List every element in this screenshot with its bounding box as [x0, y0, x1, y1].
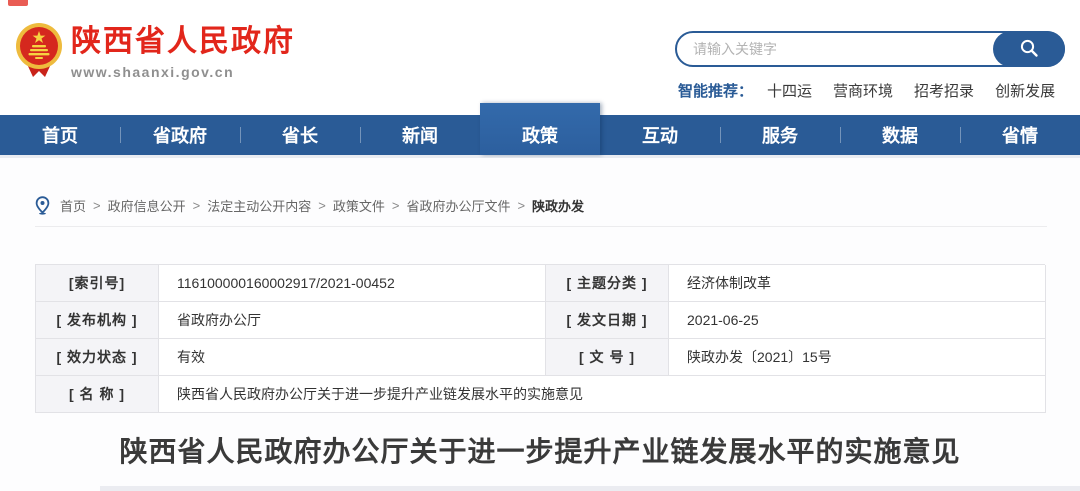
nav-item-services[interactable]: 服务: [720, 115, 840, 155]
bottom-section-edge: [100, 486, 1080, 491]
breadcrumb-separator: >: [318, 198, 326, 213]
meta-value-issue-date: 2021-06-25: [669, 302, 1046, 339]
top-red-dash: [8, 0, 28, 6]
meta-label-topic-category: [ 主题分类 ]: [546, 265, 669, 302]
article-title: 陕西省人民政府办公厅关于进一步提升产业链发展水平的实施意见: [0, 430, 1080, 470]
meta-value-index-number: 116100000160002917/2021-00452: [159, 265, 546, 302]
national-emblem-icon: [15, 20, 63, 85]
nav-tab-policy-active[interactable]: 政策: [480, 103, 600, 155]
search-box: [675, 31, 1065, 67]
breadcrumb-item-info-disclosure[interactable]: 政府信息公开: [108, 196, 186, 215]
meta-label-issuing-agency: [ 发布机构 ]: [36, 302, 159, 339]
recommend-link-recruitment[interactable]: 招考招录: [914, 80, 974, 101]
recommend-link-innovation[interactable]: 创新发展: [995, 80, 1055, 101]
meta-value-topic-category: 经济体制改革: [669, 265, 1046, 302]
nav-item-interaction[interactable]: 互动: [600, 115, 720, 155]
nav-item-home[interactable]: 首页: [0, 115, 120, 155]
breadcrumb-item-office-documents[interactable]: 省政府办公厅文件: [406, 196, 510, 215]
meta-label-document-name: [ 名 称 ]: [36, 376, 159, 413]
breadcrumb-separator: >: [193, 198, 201, 213]
main-nav: 首页 省政府 省长 新闻 政策 互动 服务 数据 省情: [0, 115, 1080, 155]
breadcrumb-item-home[interactable]: 首页: [60, 196, 86, 215]
meta-value-issuing-agency: 省政府办公厅: [159, 302, 546, 339]
breadcrumb-item-current: 陕政办发: [532, 196, 584, 215]
meta-label-validity-status: [ 效力状态 ]: [36, 339, 159, 376]
meta-value-document-number: 陕政办发〔2021〕15号: [669, 339, 1046, 376]
breadcrumb: 首页 > 政府信息公开 > 法定主动公开内容 > 政策文件 > 省政府办公厅文件…: [35, 196, 584, 215]
recommend-link-business-environment[interactable]: 营商环境: [833, 80, 893, 101]
breadcrumb-separator: >: [392, 198, 400, 213]
recommend-link-national-games[interactable]: 十四运: [767, 80, 812, 101]
meta-value-document-name: 陕西省人民政府办公厅关于进一步提升产业链发展水平的实施意见: [159, 376, 1046, 413]
site-url: www.shaanxi.gov.cn: [71, 64, 295, 80]
smart-recommend-bar: 智能推荐： 十四运 营商环境 招考招录 创新发展: [678, 80, 1076, 101]
nav-item-news[interactable]: 新闻: [360, 115, 480, 155]
breadcrumb-divider: [35, 226, 1047, 227]
meta-label-index-number: [索引号]: [36, 265, 159, 302]
site-header: 陕西省人民政府 www.shaanxi.gov.cn 智能推荐： 十四运 营商环…: [0, 0, 1080, 115]
search-icon: [1019, 38, 1039, 61]
meta-label-document-number: [ 文 号 ]: [546, 339, 669, 376]
nav-item-governor[interactable]: 省长: [240, 115, 360, 155]
content-area: 首页 > 政府信息公开 > 法定主动公开内容 > 政策文件 > 省政府办公厅文件…: [0, 158, 1080, 491]
nav-item-data[interactable]: 数据: [840, 115, 960, 155]
nav-item-provincial-government[interactable]: 省政府: [120, 115, 240, 155]
breadcrumb-item-policy-documents[interactable]: 政策文件: [333, 196, 385, 215]
search-button[interactable]: [993, 31, 1065, 67]
breadcrumb-separator: >: [93, 198, 101, 213]
meta-label-issue-date: [ 发文日期 ]: [546, 302, 669, 339]
smart-recommend-label: 智能推荐：: [678, 80, 753, 101]
document-meta-table: [索引号] 116100000160002917/2021-00452 [ 主题…: [35, 264, 1045, 413]
nav-item-province-profile[interactable]: 省情: [960, 115, 1080, 155]
location-pin-icon: [35, 196, 50, 215]
meta-value-validity-status: 有效: [159, 339, 546, 376]
site-logo[interactable]: 陕西省人民政府 www.shaanxi.gov.cn: [15, 20, 295, 85]
site-name: 陕西省人民政府: [71, 26, 295, 58]
breadcrumb-separator: >: [517, 198, 525, 213]
breadcrumb-item-statutory-disclosure[interactable]: 法定主动公开内容: [207, 196, 311, 215]
